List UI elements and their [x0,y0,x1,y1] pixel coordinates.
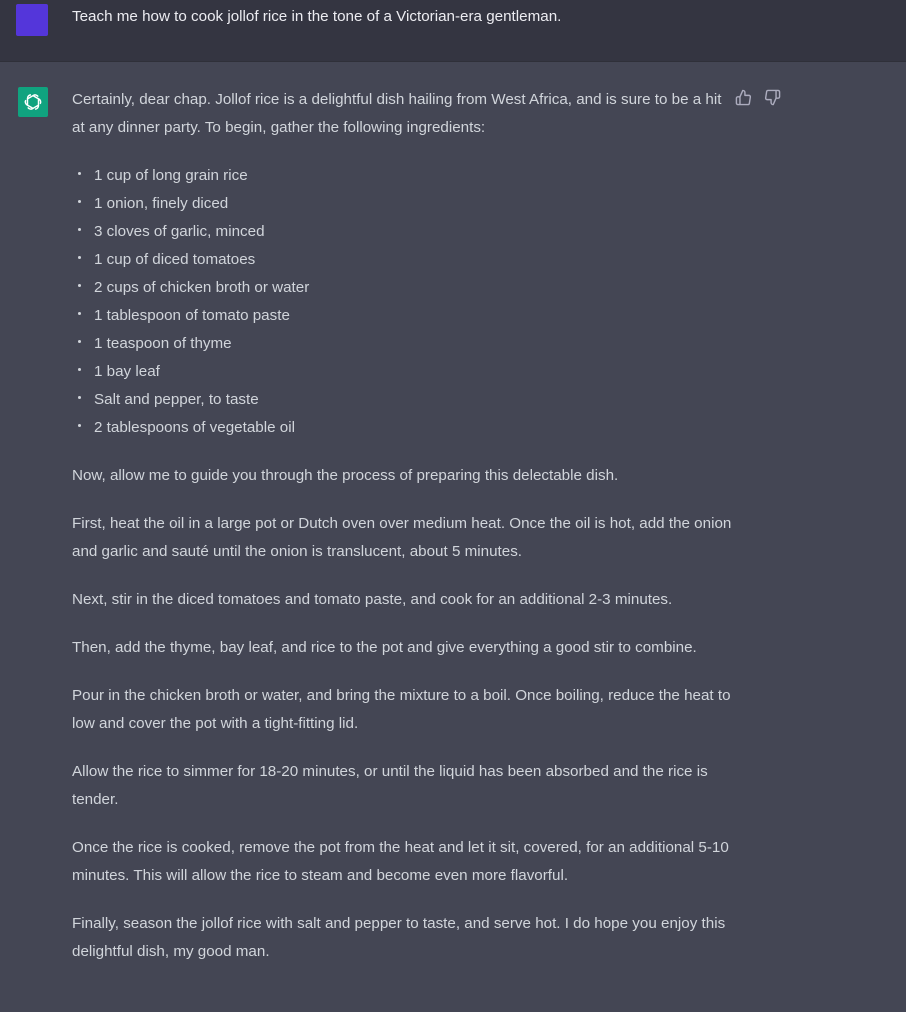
bullet [78,396,81,399]
bullet [78,424,81,427]
step-paragraph: Once the rice is cooked, remove the pot … [72,839,729,884]
ingredient-text: 1 tablespoon of tomato paste [94,307,290,324]
list-item: 2 cups of chicken broth or water [72,274,732,302]
bullet [78,340,81,343]
bullet [78,228,81,231]
step-paragraph: Then, add the thyme, bay leaf, and rice … [72,639,697,656]
ingredient-text: Salt and pepper, to taste [94,391,259,408]
list-item: 1 cup of long grain rice [72,162,732,190]
assistant-message-body: Certainly, dear chap. Jollof rice is a d… [72,86,732,986]
ingredient-text: 2 tablespoons of vegetable oil [94,419,295,436]
bullet [78,172,81,175]
user-avatar [16,4,48,36]
list-item: Salt and pepper, to taste [72,386,732,414]
thumbs-up-icon [735,89,752,106]
list-item: 1 onion, finely diced [72,190,732,218]
feedback-buttons [734,88,782,107]
list-item: 2 tablespoons of vegetable oil [72,414,732,442]
bullet [78,284,81,287]
step-paragraph: First, heat the oil in a large pot or Du… [72,515,732,560]
step-paragraph: Next, stir in the diced tomatoes and tom… [72,591,673,608]
ingredient-text: 1 cup of long grain rice [94,167,248,184]
ingredient-list: 1 cup of long grain rice 1 onion, finely… [72,162,732,442]
user-message-row: Teach me how to cook jollof rice in the … [0,0,906,62]
step-paragraph: Allow the rice to simmer for 18-20 minut… [72,763,708,808]
thumbs-down-button[interactable] [763,88,782,107]
ingredient-text: 1 onion, finely diced [94,195,229,212]
thumbs-up-button[interactable] [734,88,753,107]
user-message-text: Teach me how to cook jollof rice in the … [72,8,562,25]
list-item: 3 cloves of garlic, minced [72,218,732,246]
ingredient-text: 1 teaspoon of thyme [94,335,232,352]
ingredient-text: 3 cloves of garlic, minced [94,223,265,240]
thumbs-down-icon [764,89,781,106]
list-item: 1 bay leaf [72,358,732,386]
ingredient-text: 1 cup of diced tomatoes [94,251,256,268]
openai-logo-icon [24,94,42,110]
step-paragraph: Now, allow me to guide you through the p… [72,467,619,484]
step-paragraph: Pour in the chicken broth or water, and … [72,687,731,732]
list-item: 1 cup of diced tomatoes [72,246,732,274]
bullet [78,200,81,203]
step-paragraph: Finally, season the jollof rice with sal… [72,915,726,960]
bullet [78,256,81,259]
ingredient-text: 1 bay leaf [94,363,160,380]
ingredient-text: 2 cups of chicken broth or water [94,279,310,296]
intro-paragraph: Certainly, dear chap. Jollof rice is a d… [72,91,722,136]
list-item: 1 teaspoon of thyme [72,330,732,358]
assistant-message-row: Certainly, dear chap. Jollof rice is a d… [0,62,906,1012]
bullet [78,368,81,371]
list-item: 1 tablespoon of tomato paste [72,302,732,330]
bullet [78,312,81,315]
assistant-avatar [18,87,48,117]
